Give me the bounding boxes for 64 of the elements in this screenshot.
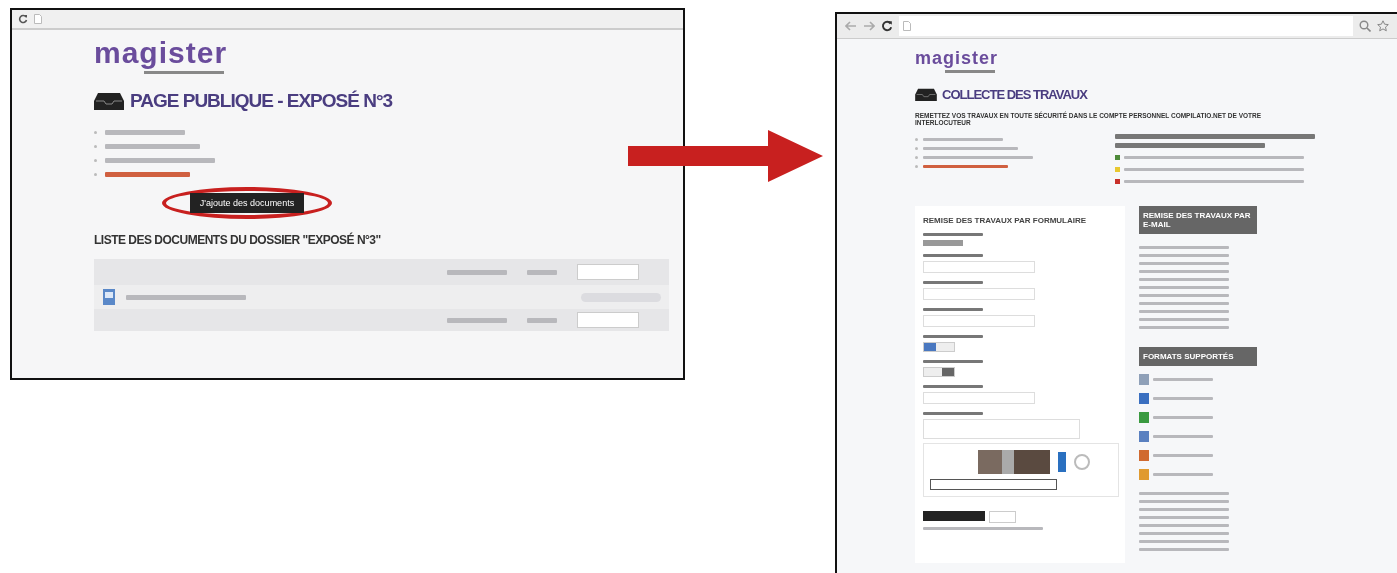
blurred-text [923, 254, 983, 257]
sort-dropdown[interactable] [577, 264, 639, 280]
captcha-input[interactable] [930, 479, 1057, 490]
logo: magister [94, 38, 229, 68]
toggle-switch[interactable] [923, 367, 955, 377]
blurred-text [1153, 454, 1213, 457]
sort-dropdown[interactable] [577, 312, 639, 328]
input-field[interactable] [923, 315, 1035, 327]
blurred-text [1153, 473, 1213, 476]
captcha-controls-icon[interactable] [1058, 452, 1066, 472]
bullet-icon [915, 156, 918, 159]
blurred-text [527, 269, 557, 275]
page-icon [34, 14, 42, 24]
file-button[interactable] [923, 240, 963, 246]
forward-icon[interactable] [863, 21, 875, 31]
inbox-icon [94, 92, 124, 110]
cancel-button[interactable] [989, 511, 1016, 523]
blurred-text [923, 281, 983, 284]
sidebar-heading: FORMATS SUPPORTÉS [1139, 347, 1257, 366]
star-icon[interactable] [1377, 20, 1389, 32]
bullet-icon [94, 131, 97, 134]
arrow-icon [628, 130, 823, 182]
input-field[interactable] [923, 392, 1035, 404]
reload-icon[interactable] [881, 20, 893, 32]
address-bar[interactable] [899, 16, 1353, 36]
blurred-text [923, 360, 983, 363]
blurred-text [1153, 416, 1213, 419]
page-title: PAGE PUBLIQUE - EXPOSÉ N°3 [130, 90, 393, 112]
page-title: COLLECTE DES TRAVAUX [942, 87, 1087, 102]
blurred-text [945, 70, 995, 73]
blurred-text [923, 385, 983, 388]
toggle-switch[interactable] [923, 342, 955, 352]
submit-button[interactable] [923, 511, 985, 521]
blurred-text [1153, 435, 1213, 438]
blurred-text [447, 317, 507, 323]
input-field[interactable] [923, 261, 1035, 273]
bullet-icon [94, 145, 97, 148]
form-title: REMISE DES TRAVAUX PAR FORMULAIRE [923, 216, 1088, 225]
page-icon [903, 21, 911, 31]
blurred-text [923, 335, 983, 338]
bullet-icon [915, 147, 918, 150]
add-documents-button[interactable]: J'ajoute des documents [189, 193, 305, 213]
back-icon[interactable] [845, 21, 857, 31]
blurred-text [447, 269, 507, 275]
blurred-text [923, 308, 983, 311]
blurred-text [527, 317, 557, 323]
sidebar-heading: REMISE DES TRAVAUX PAR E-MAIL [1139, 206, 1257, 234]
search-icon[interactable] [1359, 20, 1371, 32]
bullet-icon [94, 173, 97, 176]
blurred-text [1153, 378, 1213, 381]
textarea-field[interactable] [923, 419, 1080, 439]
document-icon [102, 289, 116, 305]
inbox-icon [915, 88, 937, 101]
blurred-text [923, 412, 983, 415]
logo: magister [915, 49, 1000, 67]
section-title: LISTE DES DOCUMENTS DU DOSSIER "EXPOSÉ N°3" [94, 233, 382, 247]
captcha-logo-icon [1074, 454, 1090, 470]
blurred-text [923, 233, 983, 236]
bullet-icon [915, 138, 918, 141]
bullet-icon [915, 165, 918, 168]
reload-icon[interactable] [18, 14, 28, 24]
bullet-icon [94, 159, 97, 162]
blurred-text [1153, 397, 1213, 400]
input-field[interactable] [923, 288, 1035, 300]
